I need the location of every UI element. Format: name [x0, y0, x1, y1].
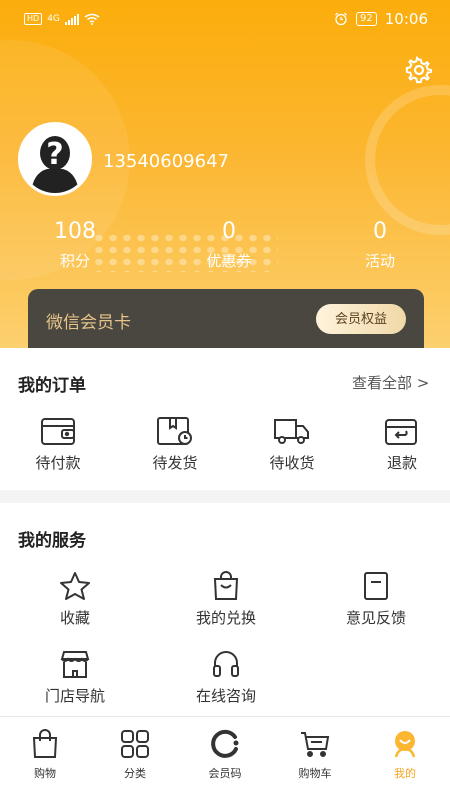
tab-member-code-label: 会员码 [208, 767, 242, 780]
tab-shopping-label: 购物 [34, 767, 56, 780]
truck-icon [274, 419, 309, 444]
wallet-icon [41, 418, 75, 445]
star-icon [60, 572, 90, 600]
service-feedback-label: 意见反馈 [345, 609, 406, 627]
order-pending-shipment-label: 待发货 [152, 454, 198, 472]
shopping-bag-icon [213, 571, 239, 600]
refund-icon [385, 419, 417, 445]
order-pending-payment[interactable]: 待付款 [0, 416, 118, 473]
activities-stat[interactable]: 0 活动 [335, 218, 425, 271]
user-phone: 13540609647 [103, 151, 229, 172]
member-code-icon [211, 729, 239, 758]
battery-indicator: 92 [356, 12, 377, 26]
service-store-navigation[interactable]: 门店导航 [15, 649, 135, 706]
order-pending-shipment[interactable]: 待发货 [115, 416, 235, 473]
service-store-navigation-label: 门店导航 [44, 687, 105, 705]
wifi-icon [84, 13, 100, 25]
alarm-icon [335, 12, 347, 26]
service-favorites-label: 收藏 [59, 609, 90, 627]
settings-button[interactable] [405, 55, 433, 84]
service-online-consult-label: 在线咨询 [195, 687, 256, 705]
coupons-stat[interactable]: 0 优惠券 [184, 218, 274, 271]
points-value: 108 [54, 219, 96, 244]
default-avatar-icon: ? [21, 125, 89, 193]
wechat-member-card[interactable]: 微信会员卡 会员权益 [28, 289, 424, 355]
package-clock-icon [157, 417, 192, 445]
gear-icon [405, 55, 433, 84]
tab-cart[interactable]: 购物车 [270, 717, 360, 800]
services-title: 我的服务 [18, 531, 86, 551]
service-favorites[interactable]: 收藏 [15, 571, 135, 628]
coupons-label: 优惠券 [206, 252, 252, 270]
decorative-ring [365, 85, 450, 235]
order-refund[interactable]: 退款 [342, 416, 450, 473]
tab-shopping[interactable]: 购物 [0, 717, 90, 800]
member-card-title: 微信会员卡 [46, 313, 131, 333]
tab-mine-label: 我的 [394, 767, 416, 780]
points-label: 积分 [59, 252, 90, 270]
activities-value: 0 [373, 219, 387, 244]
my-services-section: 我的服务 收藏 我的兑换 意见反馈 门店导航 在线咨询 [0, 503, 450, 716]
clock: 10:06 [384, 10, 428, 28]
service-online-consult[interactable]: 在线咨询 [166, 649, 286, 706]
tab-categories[interactable]: 分类 [90, 717, 180, 800]
service-feedback[interactable]: 意见反馈 [316, 571, 436, 628]
tab-mine[interactable]: 我的 [360, 717, 450, 800]
service-my-exchange-label: 我的兑换 [195, 609, 256, 627]
coupons-value: 0 [222, 219, 236, 244]
order-pending-receipt-label: 待收货 [269, 454, 315, 472]
cart-icon [301, 732, 330, 757]
member-benefits-button[interactable]: 会员权益 [316, 304, 406, 334]
service-my-exchange[interactable]: 我的兑换 [166, 571, 286, 628]
tab-categories-label: 分类 [124, 767, 146, 780]
orders-title: 我的订单 [18, 376, 86, 396]
signal-icon [64, 13, 79, 25]
order-pending-payment-label: 待付款 [35, 454, 81, 472]
avatar[interactable]: ? [18, 122, 92, 196]
tab-cart-label: 购物车 [298, 767, 332, 780]
tab-member-code[interactable]: 会员码 [180, 717, 270, 800]
headset-icon [213, 651, 239, 677]
profile-icon [394, 731, 416, 758]
activities-label: 活动 [364, 252, 395, 270]
points-stat[interactable]: 108 积分 [30, 218, 120, 271]
bag-icon [32, 729, 58, 758]
my-orders-section: 我的订单 查看全部 > 待付款 待发货 待收货 退款 [0, 348, 450, 490]
bottom-tab-bar: 购物 分类 会员码 购物车 我的 [0, 716, 450, 800]
grid-icon [121, 730, 149, 758]
status-bar: HD 4G 92 10:06 [0, 0, 450, 38]
order-pending-receipt[interactable]: 待收货 [232, 416, 352, 473]
feedback-icon [364, 572, 388, 600]
network-type: 4G [47, 14, 60, 24]
store-icon [60, 651, 90, 678]
view-all-orders-link[interactable]: 查看全部 > [352, 372, 429, 393]
order-refund-label: 退款 [386, 454, 417, 472]
svg-text:?: ? [46, 137, 63, 172]
hd-badge: HD [24, 13, 43, 25]
